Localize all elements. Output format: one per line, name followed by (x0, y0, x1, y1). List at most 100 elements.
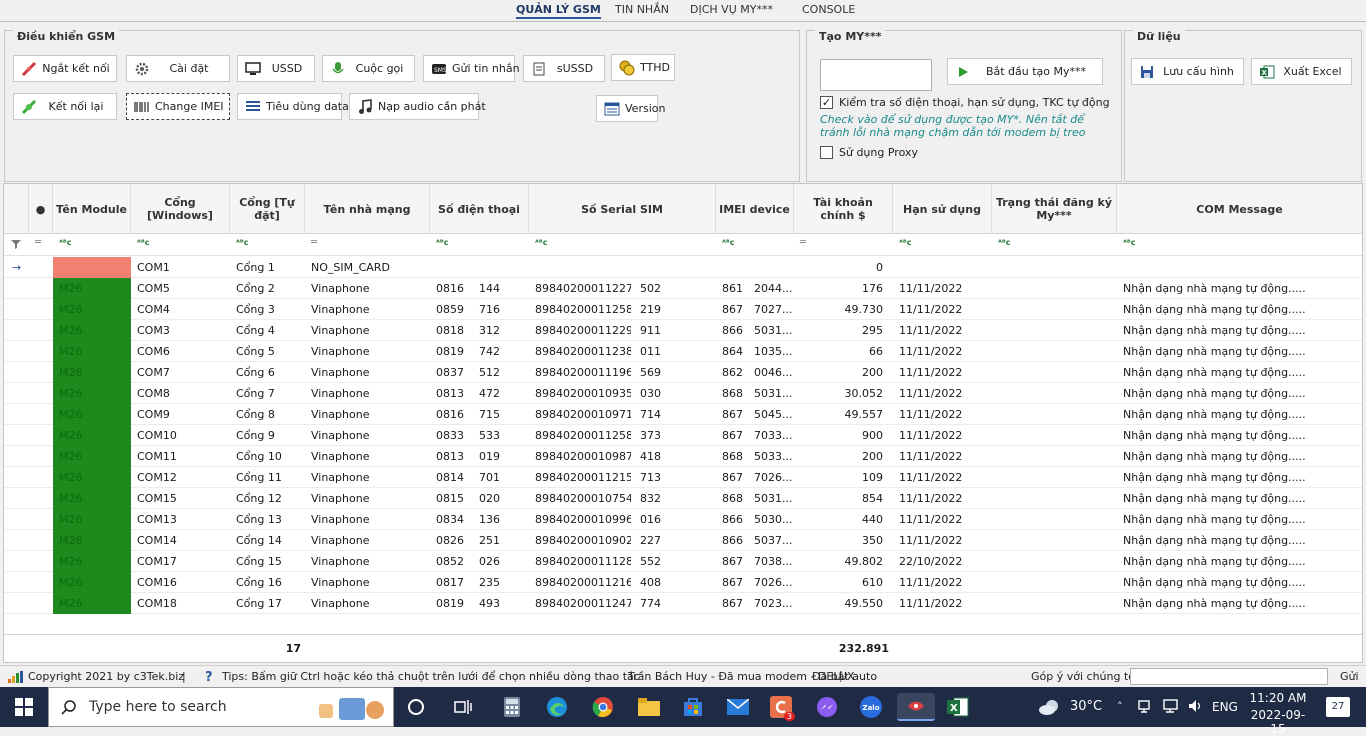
cuoc-goi-button[interactable]: Cuộc gọi (322, 55, 415, 82)
copyright-text: Copyright 2021 by c3Tek.biz (28, 670, 185, 683)
table-row[interactable]: M26 COM6 Cổng 5 Vinaphone 0819 742 89840200011… (4, 341, 1362, 362)
cai-dat-button[interactable]: Cài đặt (126, 55, 230, 82)
clock-date[interactable]: 2022-09-15 (1244, 708, 1312, 736)
table-row[interactable]: M26 COM17 Cổng 15 Vinaphone 0852 026 898402000… (4, 551, 1362, 572)
filter-text-icon[interactable]: ᴬᴮc (899, 238, 911, 247)
nap-audio-button[interactable]: Nạp audio cần phát (349, 93, 486, 120)
bat-dau-tao-my-button[interactable]: Bắt đầu tạo My*** (947, 58, 1103, 85)
language-indicator[interactable]: ENG (1212, 700, 1238, 714)
c3tek-app-icon[interactable]: 3 (767, 693, 795, 721)
ket-noi-lai-button[interactable]: Kết nối lại (13, 93, 117, 120)
tao-my-input[interactable] (820, 59, 932, 91)
zalo-icon[interactable]: Zalo (857, 693, 885, 721)
tab-console[interactable]: CONSOLE (802, 3, 855, 19)
save-icon (1138, 63, 1156, 81)
table-row[interactable]: M26 COM13 Cổng 13 Vinaphone 0834 136 898402000… (4, 509, 1362, 530)
table-row[interactable]: M26 COM11 Cổng 10 Vinaphone 0813 019 898402000… (4, 446, 1362, 467)
filter-icon[interactable] (11, 239, 21, 252)
table-row[interactable]: → COM1 Cổng 1 NO_SIM_CARD 0 (4, 257, 1362, 278)
volume-icon[interactable] (1188, 699, 1204, 716)
filter-equals-icon[interactable]: ═ (311, 237, 317, 248)
gsm-app-icon[interactable] (897, 693, 935, 721)
filter-text-icon[interactable]: ᴬᴮc (137, 238, 149, 247)
ngat-ket-noi-button[interactable]: Ngắt kết nối (13, 55, 117, 82)
filter-text-icon[interactable]: ᴬᴮc (535, 238, 547, 247)
cell-mod: M26 (53, 425, 131, 446)
filter-text-icon[interactable]: ᴬᴮc (1123, 238, 1135, 247)
header-com-message[interactable]: COM Message (1117, 184, 1362, 234)
header-imei-device[interactable]: IMEI device (716, 184, 794, 234)
header-cong-tu-dat[interactable]: Cổng [Tự đặt] (230, 184, 305, 234)
cell-cong: Cổng 2 (236, 282, 275, 295)
calculator-icon[interactable] (498, 693, 526, 721)
filter-text-icon[interactable]: ᴬᴮc (722, 238, 734, 247)
table-row[interactable]: M26 COM15 Cổng 12 Vinaphone 0815 020 898402000… (4, 488, 1362, 509)
header-han-su-dung[interactable]: Hạn sử dụng (893, 184, 992, 234)
clock-time[interactable]: 11:20 AM (1246, 691, 1310, 705)
table-row[interactable]: M26 COM18 Cổng 17 Vinaphone 0819 493 898402000… (4, 593, 1362, 614)
table-row[interactable]: M26 COM14 Cổng 14 Vinaphone 0826 251 898402000… (4, 530, 1362, 551)
table-row[interactable]: M26 COM5 Cổng 2 Vinaphone 0816 144 89840200011… (4, 278, 1362, 299)
tthd-button[interactable]: TTHD (611, 54, 675, 81)
excel-taskbar-icon[interactable]: X (944, 693, 972, 721)
table-row[interactable]: M26 COM4 Cổng 3 Vinaphone 0859 716 89840200011… (4, 299, 1362, 320)
cortana-icon[interactable] (402, 693, 430, 721)
filter-equals-icon[interactable]: ═ (35, 237, 41, 248)
cell-com: COM12 (137, 471, 177, 484)
gui-button[interactable]: Gửi (1340, 670, 1359, 683)
windows-start-icon[interactable] (10, 693, 38, 721)
chrome-icon[interactable] (589, 693, 617, 721)
mail-icon[interactable] (724, 693, 752, 721)
table-row[interactable]: M26 COM7 Cổng 6 Vinaphone 0837 512 89840200011… (4, 362, 1362, 383)
table-row[interactable]: M26 COM12 Cổng 11 Vinaphone 0814 701 898402000… (4, 467, 1362, 488)
kiem-tra-checkbox[interactable]: ✓ Kiểm tra số điện thoại, hạn sử dụng, T… (820, 96, 1110, 109)
xuat-excel-button[interactable]: X Xuất Excel (1251, 58, 1352, 85)
su-dung-proxy-checkbox[interactable]: Sử dụng Proxy (820, 146, 918, 159)
edge-icon[interactable] (543, 693, 571, 721)
version-button[interactable]: Version (596, 95, 665, 122)
header-cong-windows[interactable]: Cổng [Windows] (131, 184, 230, 234)
file-explorer-icon[interactable] (635, 693, 663, 721)
sussd-button[interactable]: sUSSD (523, 55, 605, 82)
change-imei-button[interactable]: Change IMEI (126, 93, 230, 120)
messenger-icon[interactable] (813, 693, 841, 721)
tab-quan-ly-gsm[interactable]: QUẢN LÝ GSM (516, 3, 601, 19)
cell-ser: 898402000112385 (535, 345, 631, 358)
header-dot[interactable]: ● (29, 184, 53, 234)
cell-ser2: 227 (640, 534, 661, 547)
cell-sdt: 0819 (436, 597, 464, 610)
header-ten-nha-mang[interactable]: Tên nhà mạng (305, 184, 430, 234)
notification-icon[interactable]: 27 (1326, 697, 1350, 717)
network-icon[interactable] (1138, 699, 1154, 716)
tray-chevron-icon[interactable]: ˄ (1117, 700, 1123, 713)
task-view-icon[interactable] (449, 693, 477, 721)
table-row[interactable]: M26 COM3 Cổng 4 Vinaphone 0818 312 89840200011… (4, 320, 1362, 341)
network-wired-icon[interactable] (1162, 698, 1180, 717)
table-row[interactable]: M26 COM16 Cổng 16 Vinaphone 0817 235 898402000… (4, 572, 1362, 593)
cell-nm: Vinaphone (311, 534, 370, 547)
header-ten-module[interactable]: Tên Module (53, 184, 131, 234)
table-row[interactable]: M26 COM10 Cổng 9 Vinaphone 0833 533 8984020001… (4, 425, 1362, 446)
filter-text-icon[interactable]: ᴬᴮc (998, 238, 1010, 247)
header-trang-thai-dang-ky[interactable]: Trạng thái đăng ký My*** (992, 184, 1117, 234)
gui-tin-nhan-button[interactable]: SMS Gửi tin nhắn (423, 55, 520, 82)
tab-dich-vu-my[interactable]: DỊCH VỤ MY*** (690, 3, 773, 19)
tieu-dung-data-button[interactable]: Tiêu dùng data (237, 93, 349, 120)
header-so-dien-thoai[interactable]: Số điện thoại (430, 184, 529, 234)
filter-equals-icon[interactable]: ═ (800, 237, 806, 248)
taskbar-search-box[interactable]: Type here to search (48, 687, 394, 727)
gop-y-input[interactable] (1130, 668, 1328, 685)
table-row[interactable]: M26 COM8 Cổng 7 Vinaphone 0813 472 89840200010… (4, 383, 1362, 404)
filter-text-icon[interactable]: ᴬᴮc (236, 238, 248, 247)
ussd-button[interactable]: USSD (237, 55, 315, 82)
luu-cau-hinh-button[interactable]: Lưu cấu hình (1131, 58, 1244, 85)
help-icon: ? (204, 669, 216, 686)
table-row[interactable]: M26 COM9 Cổng 8 Vinaphone 0816 715 89840200010… (4, 404, 1362, 425)
tab-tin-nhan[interactable]: TIN NHẮN (615, 3, 669, 19)
filter-text-icon[interactable]: ᴬᴮc (59, 238, 71, 247)
filter-text-icon[interactable]: ᴬᴮc (436, 238, 448, 247)
cell-mod: M26 (53, 320, 131, 341)
header-so-serial-sim[interactable]: Số Serial SIM (529, 184, 716, 234)
store-icon[interactable] (679, 693, 707, 721)
header-tai-khoan-chinh[interactable]: Tài khoản chính $ (794, 184, 893, 234)
